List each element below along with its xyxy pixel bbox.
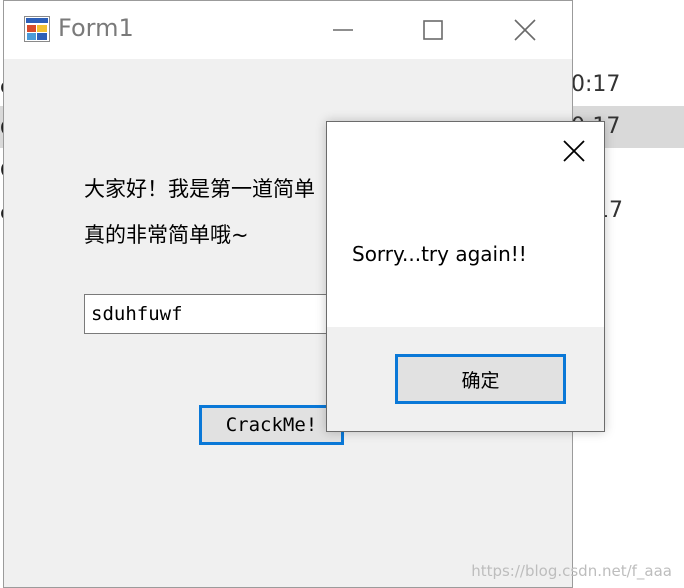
maximize-button[interactable] [388, 1, 478, 59]
close-icon [514, 19, 536, 41]
dialog-close-button[interactable] [558, 135, 590, 167]
ok-button[interactable]: 确定 [395, 354, 566, 404]
title-bar[interactable]: Form1 [4, 1, 572, 59]
maximize-icon [423, 20, 443, 40]
dialog-message: Sorry...try again!! [352, 242, 527, 266]
greeting-label-line2: 真的非常简单哦~ [84, 223, 249, 247]
message-box-dialog: Sorry...try again!! 确定 [326, 121, 605, 432]
close-button[interactable] [480, 1, 570, 59]
application-icon [24, 16, 50, 42]
watermark: https://blog.csdn.net/f_aaa [471, 562, 672, 580]
window-title: Form1 [58, 14, 134, 42]
background-time-1: 0:17 [571, 72, 621, 97]
serial-input[interactable] [84, 294, 334, 334]
crackme-button[interactable]: CrackMe! [199, 405, 344, 445]
greeting-label-line1: 大家好！我是第一道简单 [84, 177, 315, 201]
minimize-button[interactable] [298, 1, 388, 59]
close-icon [563, 140, 585, 162]
minimize-icon [333, 29, 353, 31]
